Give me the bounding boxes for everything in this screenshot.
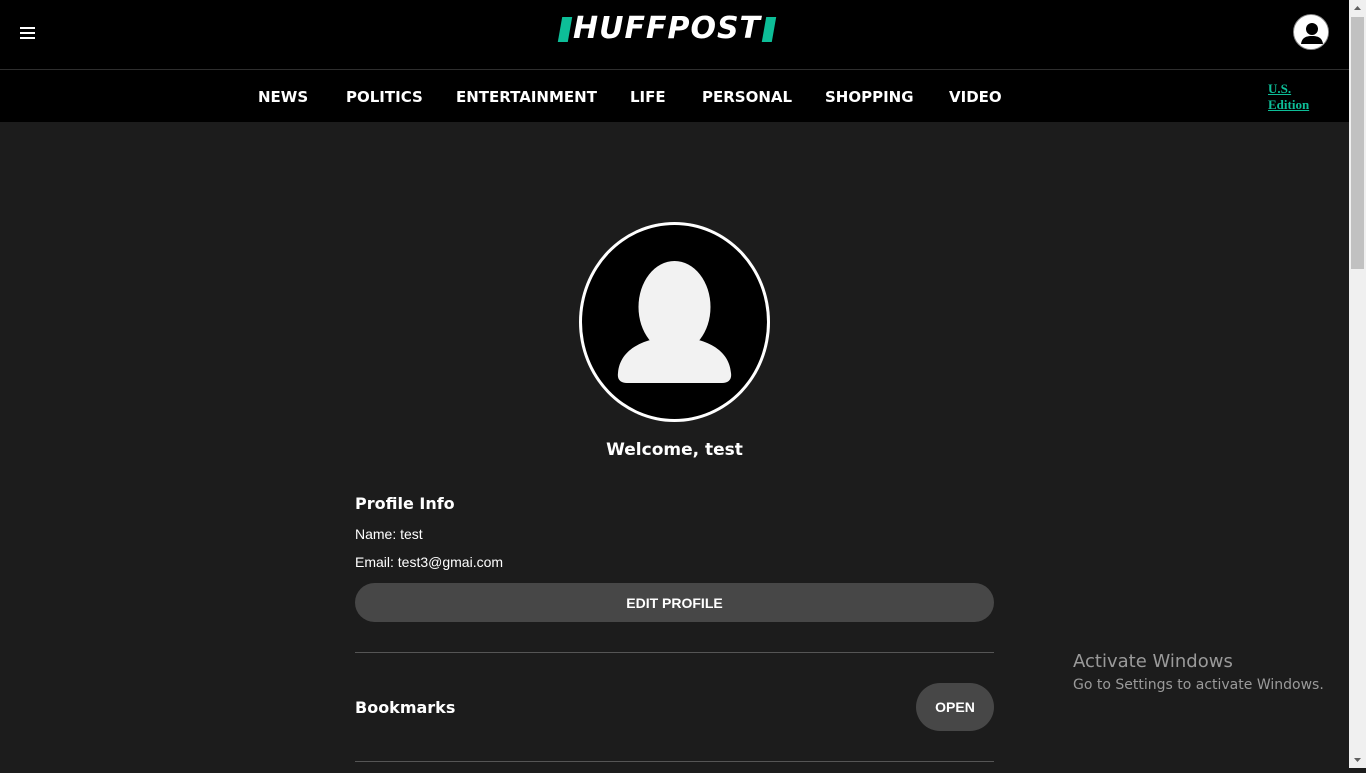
bookmarks-open-button[interactable]: OPEN [916,683,994,731]
nav-item-personal[interactable]: PERSONAL [702,88,792,106]
bookmarks-title: Bookmarks [355,698,456,717]
section-divider [355,652,994,653]
section-nav: NEWS POLITICS ENTERTAINMENT LIFE PERSONA… [0,70,1349,122]
edition-line-2: Edition [1268,97,1310,112]
profile-avatar [579,222,770,422]
user-account-icon[interactable] [1293,14,1329,50]
nav-item-shopping[interactable]: SHOPPING [825,88,914,106]
page: HUFFPOST NEWS POLITICS ENTERTAINMENT LIF… [0,0,1349,768]
nav-item-news[interactable]: NEWS [258,88,308,106]
section-divider-bottom [355,761,994,762]
edition-line-1: U.S. [1268,81,1292,96]
activate-windows-subtitle: Go to Settings to activate Windows. [1073,677,1324,693]
nav-item-entertainment[interactable]: ENTERTAINMENT [456,88,597,106]
welcome-heading: Welcome, test [606,440,743,460]
avatar-silhouette-icon [582,225,767,419]
profile-email: Email: test3@gmai.com [355,554,504,570]
nav-item-life[interactable]: LIFE [630,88,666,106]
nav-item-politics[interactable]: POLITICS [346,88,423,106]
scrollbar-thumb[interactable] [1351,17,1364,269]
vertical-scrollbar[interactable] [1349,0,1366,768]
profile-name: Name: test [355,526,423,542]
scroll-down-arrow-icon[interactable] [1349,751,1366,768]
nav-item-video[interactable]: VIDEO [949,88,1002,106]
edition-link[interactable]: U.S. Edition [1268,81,1309,113]
huffpost-logo[interactable]: HUFFPOST [557,11,777,46]
top-header: HUFFPOST [0,0,1349,70]
profile-info-title: Profile Info [355,494,455,513]
logo-text: HUFFPOST [573,11,762,46]
scroll-up-arrow-icon[interactable] [1349,0,1366,17]
hamburger-menu-icon[interactable] [20,27,35,41]
activate-windows-title: Activate Windows [1073,651,1233,672]
edit-profile-button[interactable]: EDIT PROFILE [355,583,994,622]
